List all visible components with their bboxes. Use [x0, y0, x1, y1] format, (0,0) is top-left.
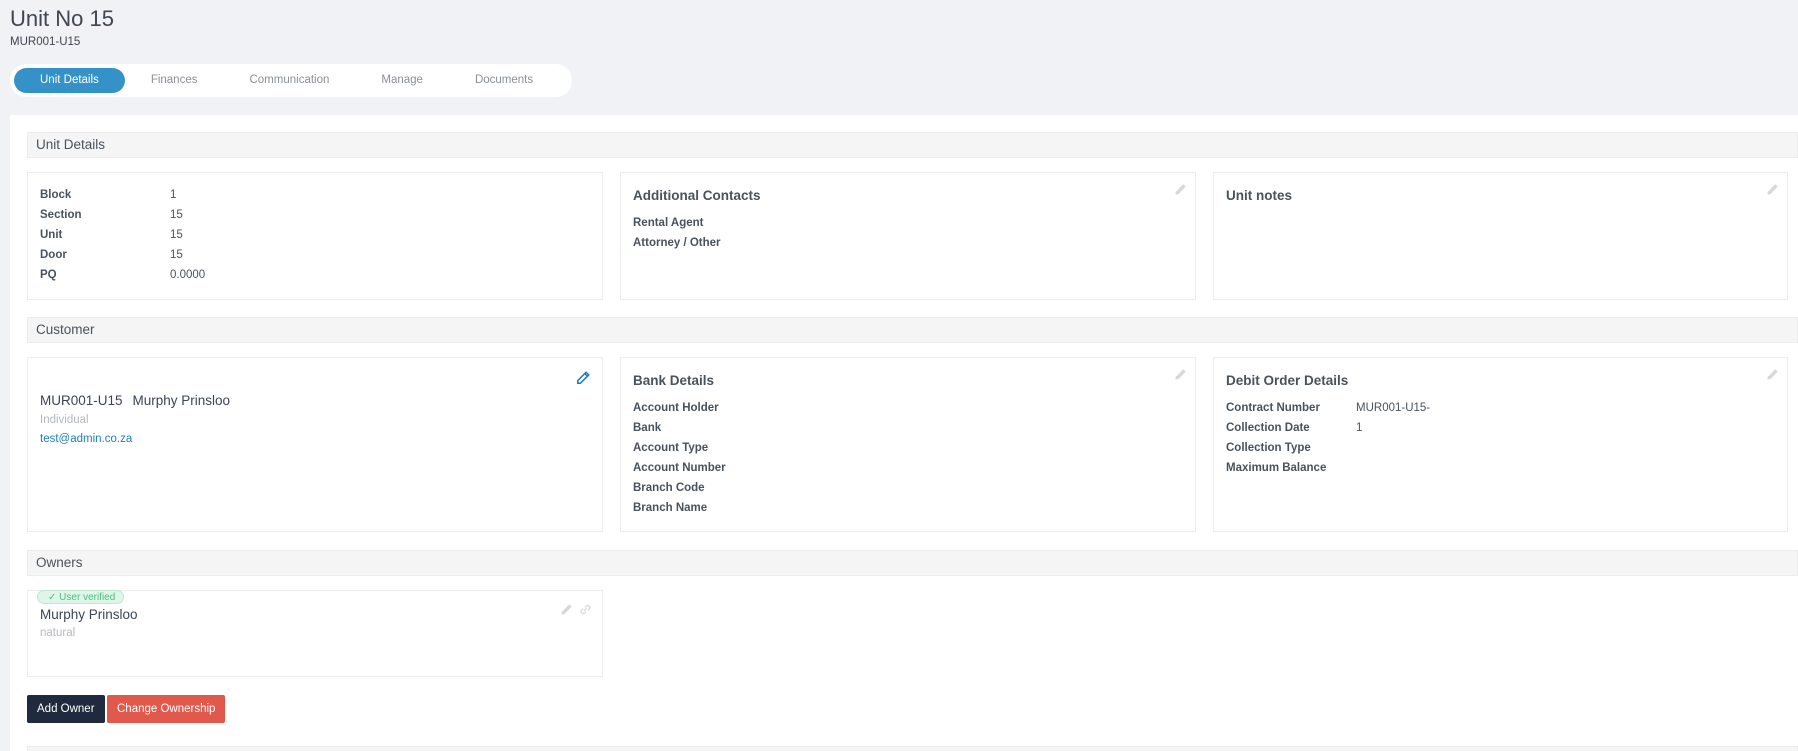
- main-panel: Unit Details Block 1 Section 15 Unit 15 Doo…: [10, 115, 1798, 751]
- bank-label: Branch Name: [633, 502, 708, 514]
- detail-row: Block 1: [40, 185, 205, 205]
- customer-header: Customer: [27, 317, 1798, 343]
- detail-row: PQ 0.0000: [40, 265, 205, 285]
- add-owner-button[interactable]: Add Owner: [27, 695, 105, 723]
- bank-label: Bank: [633, 422, 662, 434]
- debit-order-list: Contract Number MUR001-U15- Collection Da…: [1226, 398, 1430, 478]
- unit-details-card: Block 1 Section 15 Unit 15 Door 15 PQ 0.0000: [27, 172, 603, 300]
- tab-bar: Unit Details Finances Communication Mana…: [10, 64, 572, 97]
- bank-row: Branch Name: [633, 498, 726, 518]
- change-ownership-button[interactable]: Change Ownership: [107, 695, 226, 723]
- debit-key: Contract Number: [1226, 402, 1320, 414]
- bank-row: Account Holder: [633, 398, 726, 418]
- debit-row: Collection Type: [1226, 438, 1430, 458]
- page-subtitle: MUR001-U15: [10, 36, 81, 48]
- customer-type: Individual: [40, 414, 89, 426]
- unit-details-list: Block 1 Section 15 Unit 15 Door 15 PQ 0.0000: [40, 185, 205, 285]
- detail-value: 0.0000: [170, 269, 206, 281]
- bank-label: Account Number: [633, 462, 726, 474]
- user-verified-badge: ✓ User verified: [37, 590, 125, 604]
- contact-row: Attorney / Other: [633, 233, 721, 253]
- bank-details-list: Account Holder Bank Account Type Account…: [633, 398, 726, 518]
- debit-order-card: Debit Order Details Contract Number MUR00…: [1213, 357, 1788, 532]
- owner-actions: [560, 603, 592, 616]
- detail-row: Section 15: [40, 205, 205, 225]
- owners-header: Owners: [27, 550, 1798, 576]
- bank-row: Account Number: [633, 458, 726, 478]
- bank-label: Account Type: [633, 442, 709, 454]
- edit-contacts-pencil-icon[interactable]: [1174, 183, 1187, 196]
- bank-details-title: Bank Details: [633, 373, 715, 388]
- customer-name-line: MUR001-U15 Murphy Prinsloo: [40, 393, 240, 408]
- edit-notes-pencil-icon[interactable]: [1766, 183, 1779, 196]
- unit-notes-title: Unit notes: [1226, 188, 1292, 203]
- bank-label: Branch Code: [633, 482, 705, 494]
- bank-details-card: Bank Details Account Holder Bank Account…: [620, 357, 1196, 532]
- detail-value: 15: [170, 249, 183, 261]
- contact-label: Attorney / Other: [633, 237, 721, 249]
- tab-finances[interactable]: Finances: [125, 68, 224, 93]
- bank-row: Branch Code: [633, 478, 726, 498]
- customer-code: MUR001-U15: [40, 393, 123, 408]
- edit-bank-pencil-icon[interactable]: [1174, 368, 1187, 381]
- detail-key: Unit: [40, 229, 63, 241]
- owner-type: natural: [40, 627, 76, 639]
- tab-unit-details[interactable]: Unit Details: [14, 68, 125, 93]
- debit-key: Collection Type: [1226, 442, 1311, 454]
- detail-row: Unit 15: [40, 225, 205, 245]
- debit-row: Maximum Balance: [1226, 458, 1430, 478]
- check-icon: ✓: [48, 592, 57, 603]
- debit-value: 1: [1356, 422, 1363, 434]
- detail-value: 1: [170, 189, 177, 201]
- customer-name: Murphy Prinsloo: [132, 393, 231, 408]
- unlink-owner-link-icon[interactable]: [579, 603, 592, 616]
- unit-details-header: Unit Details: [27, 132, 1798, 158]
- detail-value: 15: [170, 209, 183, 221]
- tab-manage[interactable]: Manage: [355, 68, 449, 93]
- customer-card: MUR001-U15 Murphy Prinsloo Individual tes…: [27, 357, 603, 532]
- owner-name: Murphy Prinsloo: [40, 607, 138, 622]
- page-title: Unit No 15: [10, 6, 114, 31]
- debit-row: Contract Number MUR001-U15-: [1226, 398, 1430, 418]
- tab-documents[interactable]: Documents: [449, 68, 559, 93]
- unit-notes-card: Unit notes: [1213, 172, 1788, 300]
- contact-label: Rental Agent: [633, 217, 704, 229]
- detail-value: 15: [170, 229, 183, 241]
- tab-communication[interactable]: Communication: [223, 68, 355, 93]
- debit-key: Maximum Balance: [1226, 462, 1327, 474]
- owner-card: ✓ User verified Murphy Prinsloo natural: [27, 590, 603, 677]
- contacts-list: Rental Agent Attorney / Other: [633, 213, 721, 253]
- detail-key: PQ: [40, 269, 57, 281]
- debit-value: MUR001-U15-: [1356, 402, 1431, 414]
- detail-key: Section: [40, 209, 82, 221]
- bank-row: Bank: [633, 418, 726, 438]
- detail-key: Block: [40, 189, 72, 201]
- bank-label: Account Holder: [633, 402, 719, 414]
- debit-order-title: Debit Order Details: [1226, 373, 1349, 388]
- customer-email-link[interactable]: test@admin.co.za: [40, 433, 132, 445]
- edit-owner-pencil-icon[interactable]: [560, 603, 573, 616]
- user-verified-label: User verified: [59, 592, 116, 603]
- edit-debit-pencil-icon[interactable]: [1766, 368, 1779, 381]
- next-section-header: [27, 746, 1798, 751]
- additional-contacts-card: Additional Contacts Rental Agent Attorne…: [620, 172, 1196, 300]
- bank-row: Account Type: [633, 438, 726, 458]
- debit-row: Collection Date 1: [1226, 418, 1430, 438]
- debit-key: Collection Date: [1226, 422, 1310, 434]
- contact-row: Rental Agent: [633, 213, 721, 233]
- detail-key: Door: [40, 249, 67, 261]
- additional-contacts-title: Additional Contacts: [633, 188, 761, 203]
- detail-row: Door 15: [40, 245, 205, 265]
- edit-customer-pencil-icon[interactable]: [576, 371, 590, 385]
